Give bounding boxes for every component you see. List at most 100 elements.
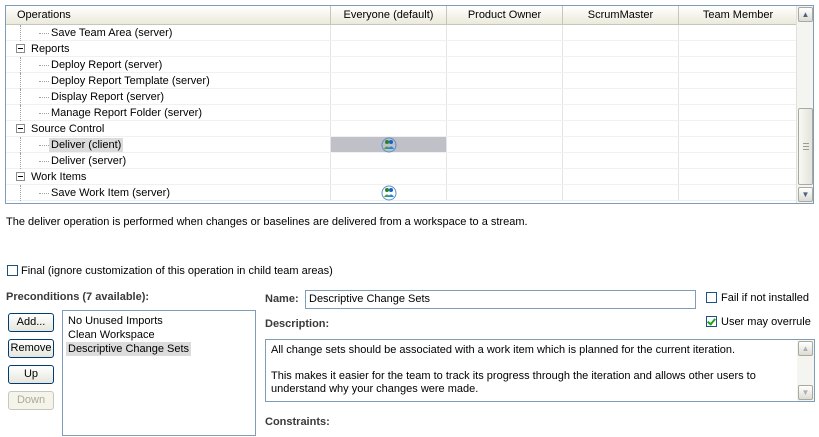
table-vertical-scrollbar[interactable]: ▲ ▼ — [796, 6, 813, 203]
operations-table[interactable]: Operations Everyone (default) Product Ow… — [5, 5, 814, 204]
permission-cell[interactable] — [331, 105, 447, 120]
collapse-icon[interactable] — [16, 172, 25, 181]
scroll-up-arrow-icon[interactable]: ▲ — [798, 341, 813, 356]
tree-guide-line — [39, 81, 49, 82]
down-button: Down — [8, 391, 54, 410]
table-row[interactable]: Deliver (server) — [6, 153, 797, 169]
list-item[interactable]: Descriptive Change Sets — [66, 342, 192, 356]
permission-cell[interactable] — [563, 25, 679, 40]
permission-cell[interactable] — [331, 153, 447, 168]
tree-guide-line — [39, 193, 49, 194]
table-row[interactable]: Save Work Item (server) — [6, 185, 797, 201]
final-checkbox[interactable] — [7, 265, 18, 276]
permission-cell[interactable] — [563, 121, 679, 136]
list-item[interactable]: No Unused Imports — [68, 314, 163, 328]
permission-cell[interactable] — [679, 185, 797, 200]
permission-cell[interactable] — [331, 73, 447, 88]
tree-guide-line — [20, 73, 21, 89]
fail-if-not-installed-checkbox[interactable] — [706, 292, 717, 303]
user-may-overrule-label: User may overrule — [721, 316, 811, 328]
permission-cell[interactable] — [447, 169, 563, 184]
permission-cell[interactable] — [563, 89, 679, 104]
tree-guide-line — [39, 145, 49, 146]
tree-guide-line — [20, 105, 21, 121]
tree-guide-line — [39, 97, 49, 98]
permission-cell[interactable] — [447, 185, 563, 200]
permission-cell[interactable] — [679, 25, 797, 40]
column-header-team-member[interactable]: Team Member — [679, 6, 797, 24]
operation-label: Deliver (server) — [51, 155, 127, 167]
permission-cell[interactable] — [331, 121, 447, 136]
remove-button[interactable]: Remove — [8, 339, 54, 358]
table-row[interactable]: Deliver (client) — [6, 137, 797, 153]
permission-cell[interactable] — [563, 169, 679, 184]
permission-cell[interactable] — [447, 105, 563, 120]
tree-guide-line — [20, 89, 21, 105]
up-button[interactable]: Up — [8, 365, 54, 384]
table-row[interactable]: Display Report (server) — [6, 89, 797, 105]
permission-cell[interactable] — [447, 25, 563, 40]
permission-cell[interactable] — [331, 89, 447, 104]
permission-cell[interactable] — [563, 137, 679, 152]
permission-cell[interactable] — [331, 137, 447, 153]
permission-cell[interactable] — [447, 121, 563, 136]
table-row[interactable]: Deploy Report Template (server) — [6, 73, 797, 89]
permission-cell[interactable] — [447, 41, 563, 56]
permission-cell[interactable] — [447, 137, 563, 152]
permission-cell[interactable] — [563, 57, 679, 72]
description-scrollbar[interactable]: ▲ ▼ — [797, 340, 814, 401]
fail-if-not-installed-label: Fail if not installed — [721, 292, 810, 304]
permission-cell[interactable] — [331, 185, 447, 201]
column-header-product-owner[interactable]: Product Owner — [447, 6, 563, 24]
permission-cell[interactable] — [679, 153, 797, 168]
description-text: All change sets should be associated wit… — [271, 344, 756, 395]
table-row[interactable]: Source Control — [6, 121, 797, 137]
description-textarea[interactable]: All change sets should be associated wit… — [265, 339, 815, 402]
table-row[interactable]: Manage Report Folder (server) — [6, 105, 797, 121]
permission-cell[interactable] — [679, 57, 797, 72]
permission-cell[interactable] — [331, 169, 447, 184]
permission-cell[interactable] — [679, 41, 797, 56]
permission-cell[interactable] — [447, 153, 563, 168]
permission-cell[interactable] — [679, 105, 797, 120]
permission-cell[interactable] — [447, 57, 563, 72]
permission-cell[interactable] — [563, 153, 679, 168]
permission-cell[interactable] — [679, 121, 797, 136]
column-header-everyone[interactable]: Everyone (default) — [331, 6, 447, 24]
operation-category-label: Work Items — [31, 171, 87, 183]
operation-category-label: Source Control — [31, 123, 105, 135]
tree-guide-line — [39, 161, 49, 162]
permission-cell[interactable] — [563, 41, 679, 56]
table-row[interactable]: Work Items — [6, 169, 797, 185]
permission-cell[interactable] — [679, 89, 797, 104]
permission-cell[interactable] — [447, 73, 563, 88]
final-checkbox-label: Final (ignore customization of this oper… — [21, 265, 333, 277]
operation-label: Save Team Area (server) — [51, 27, 173, 39]
permission-cell[interactable] — [563, 185, 679, 200]
scroll-down-arrow-icon[interactable]: ▼ — [798, 187, 813, 202]
permission-cell[interactable] — [331, 25, 447, 40]
permission-cell[interactable] — [679, 73, 797, 88]
user-may-overrule-checkbox[interactable] — [706, 316, 717, 327]
permission-cell[interactable] — [331, 41, 447, 56]
permission-cell[interactable] — [331, 57, 447, 72]
preconditions-list[interactable]: No Unused Imports Clean Workspace Descri… — [62, 310, 256, 436]
permission-cell[interactable] — [447, 89, 563, 104]
column-header-operations[interactable]: Operations — [6, 6, 331, 24]
column-header-scrummaster[interactable]: ScrumMaster — [563, 6, 679, 24]
table-row[interactable]: Reports — [6, 41, 797, 57]
scroll-down-arrow-icon[interactable]: ▼ — [798, 385, 813, 400]
permission-cell[interactable] — [679, 137, 797, 152]
collapse-icon[interactable] — [16, 44, 25, 53]
add-button[interactable]: Add... — [8, 313, 54, 332]
collapse-icon[interactable] — [16, 124, 25, 133]
permission-cell[interactable] — [563, 73, 679, 88]
table-row[interactable]: Save Team Area (server) — [6, 25, 797, 41]
table-row[interactable]: Deploy Report (server) — [6, 57, 797, 73]
scroll-up-arrow-icon[interactable]: ▲ — [798, 7, 813, 22]
name-field[interactable]: Descriptive Change Sets — [305, 290, 696, 309]
permission-cell[interactable] — [563, 105, 679, 120]
permission-cell[interactable] — [679, 169, 797, 184]
list-item[interactable]: Clean Workspace — [68, 328, 155, 342]
scrollbar-thumb[interactable] — [798, 108, 813, 185]
